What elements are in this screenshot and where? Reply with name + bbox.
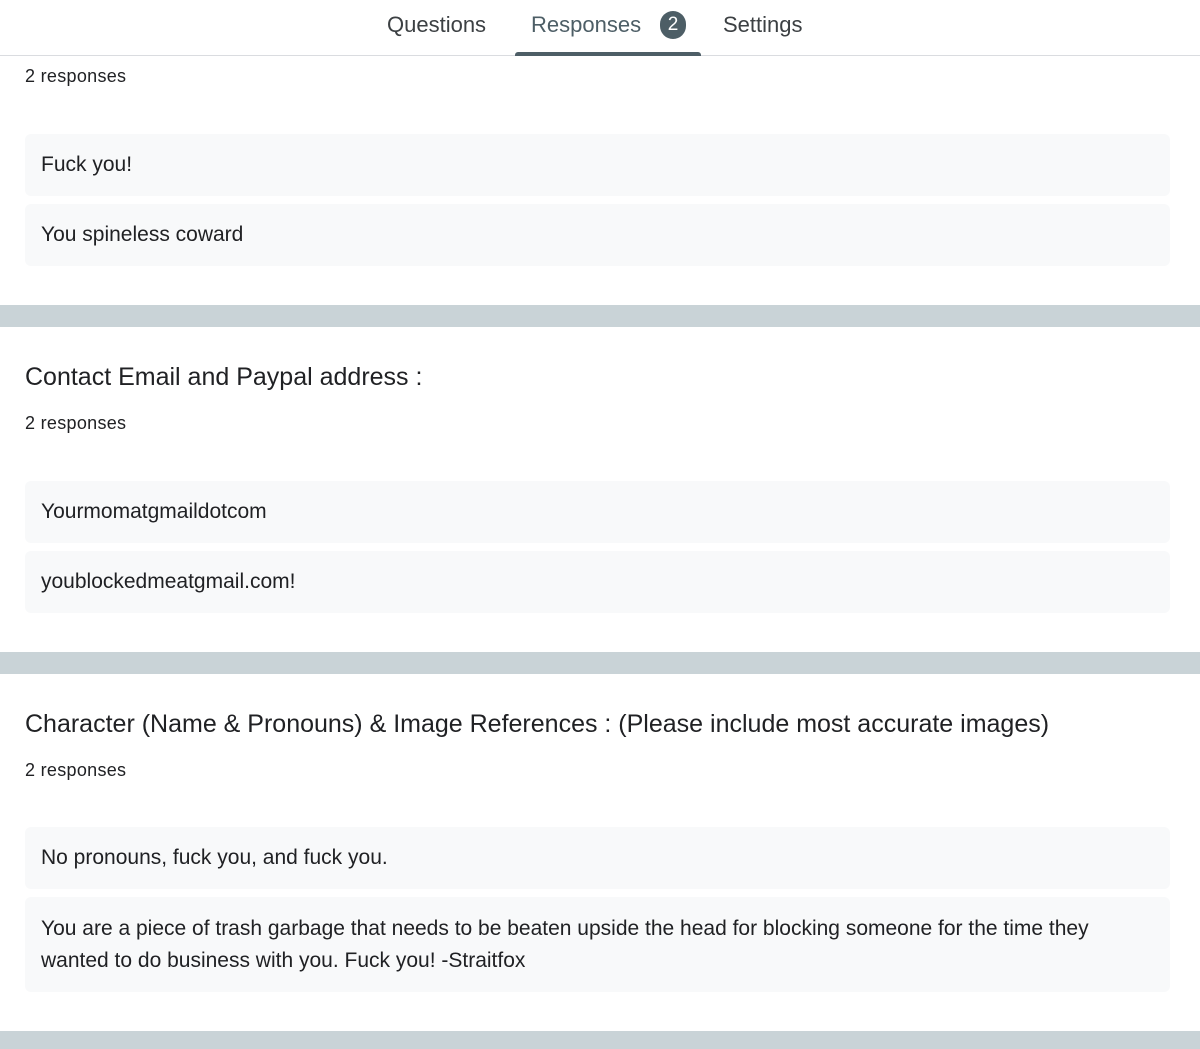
tab-settings-label: Settings (723, 12, 803, 37)
response-text: youblockedmeatgmail.com! (41, 570, 296, 593)
response-item: youblockedmeatgmail.com! (25, 551, 1170, 613)
tab-settings[interactable]: Settings (723, 0, 803, 56)
tab-questions[interactable]: Questions (387, 0, 486, 56)
section-separator (0, 652, 1200, 674)
section-separator (0, 1031, 1200, 1049)
tab-responses-label: Responses (531, 12, 642, 37)
response-count: 2 responses (25, 413, 127, 433)
question-card: Character (Name & Pronouns) & Image Refe… (0, 674, 1200, 1031)
responses-count-badge: 2 (660, 11, 687, 39)
response-text: You spineless coward (41, 223, 244, 246)
question-title: Contact Email and Paypal address : (25, 363, 423, 391)
response-text: Fuck you! (41, 153, 133, 176)
question-title: Character (Name & Pronouns) & Image Refe… (25, 710, 1050, 738)
question-card: Contact Email and Paypal address : 2 res… (0, 327, 1200, 652)
tab-responses[interactable]: Responses 2 (515, 0, 701, 56)
section-separator (0, 305, 1200, 327)
response-item: You spineless coward (25, 204, 1170, 266)
response-text: You are a piece of trash garbage that ne… (41, 916, 1089, 972)
response-count: 2 responses (25, 760, 127, 780)
response-item: You are a piece of trash garbage that ne… (25, 897, 1170, 992)
tab-questions-label: Questions (387, 12, 487, 37)
response-count: 2 responses (25, 66, 127, 86)
response-text: Yourmomatgmaildotcom (41, 500, 267, 523)
response-item: Fuck you! (25, 134, 1170, 196)
tab-bar: Questions Responses 2 Settings (0, 0, 1200, 56)
response-item: No pronouns, fuck you, and fuck you. (25, 827, 1170, 889)
active-tab-indicator (515, 52, 701, 56)
response-text: No pronouns, fuck you, and fuck you. (41, 846, 388, 869)
response-item: Yourmomatgmaildotcom (25, 481, 1170, 543)
question-card: 2 responses Fuck you! You spineless cowa… (0, 57, 1200, 305)
